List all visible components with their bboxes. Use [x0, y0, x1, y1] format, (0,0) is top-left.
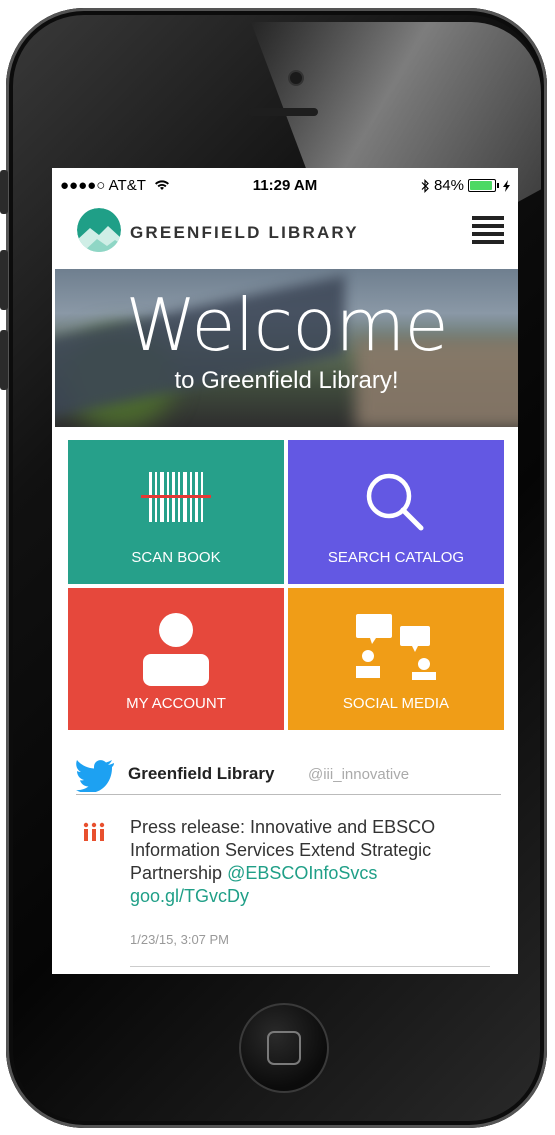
phone-screen: ●●●●○ AT&T 11:29 AM 84% GREENFIELD LIBRA… [52, 168, 518, 974]
scan-book-label: SCAN BOOK [131, 549, 221, 566]
social-media-label: SOCIAL MEDIA [342, 695, 450, 712]
search-catalog-tile[interactable]: SEARCH CATALOG [288, 440, 504, 584]
banner-subtitle: to Greenfield Library! [174, 367, 399, 394]
chat-people-icon [356, 614, 436, 680]
bluetooth-icon [421, 178, 429, 193]
tweet-author-handle[interactable]: @iii_innovative [308, 766, 409, 783]
app-title: GREENFIELD LIBRARY [130, 223, 359, 242]
home-button[interactable] [239, 1003, 329, 1093]
welcome-banner: Welcome to Greenfield Library! [55, 269, 518, 427]
my-account-tile[interactable]: MY ACCOUNT [68, 588, 284, 730]
front-camera [288, 70, 304, 86]
volume-down-button[interactable] [0, 330, 8, 390]
magnifier-icon [366, 473, 424, 531]
tweet-divider [130, 966, 490, 967]
tweet-author-name[interactable]: Greenfield Library [128, 764, 274, 784]
iii-logo-icon [83, 822, 105, 841]
battery-fill [470, 181, 492, 190]
barcode-scan-icon [141, 472, 211, 522]
banner-title: Welcome [125, 283, 448, 367]
battery-icon [468, 179, 496, 192]
tweet-timestamp: 1/23/15, 3:07 PM [130, 932, 230, 947]
social-media-tile[interactable]: SOCIAL MEDIA [288, 588, 504, 730]
search-catalog-label: SEARCH CATALOG [327, 549, 465, 566]
scan-book-tile[interactable]: SCAN BOOK [68, 440, 284, 584]
battery-tip [497, 183, 499, 188]
status-bar: ●●●●○ AT&T 11:29 AM 84% [52, 168, 518, 202]
tweet-mention-link[interactable]: @EBSCOInfoSvcs [227, 863, 377, 883]
app-header: GREENFIELD LIBRARY [52, 202, 518, 262]
battery-percent: 84% [433, 177, 464, 194]
my-account-label: MY ACCOUNT [126, 695, 226, 712]
charging-bolt-icon [503, 179, 510, 192]
mute-switch[interactable] [0, 170, 8, 214]
twitter-bird-icon [76, 760, 114, 792]
home-square-icon [267, 1031, 301, 1065]
user-icon [143, 613, 209, 686]
earpiece-speaker [248, 108, 318, 116]
library-logo [77, 208, 121, 252]
tweet-url-link[interactable]: goo.gl/TGvcDy [130, 886, 249, 906]
tweet-text: Press release: Innovative and EBSCO Info… [130, 816, 510, 908]
volume-up-button[interactable] [0, 250, 8, 310]
hamburger-menu-icon[interactable] [472, 216, 504, 246]
twitter-feed-header: Greenfield Library @iii_innovative [76, 758, 501, 795]
status-right: 84% [420, 177, 510, 194]
